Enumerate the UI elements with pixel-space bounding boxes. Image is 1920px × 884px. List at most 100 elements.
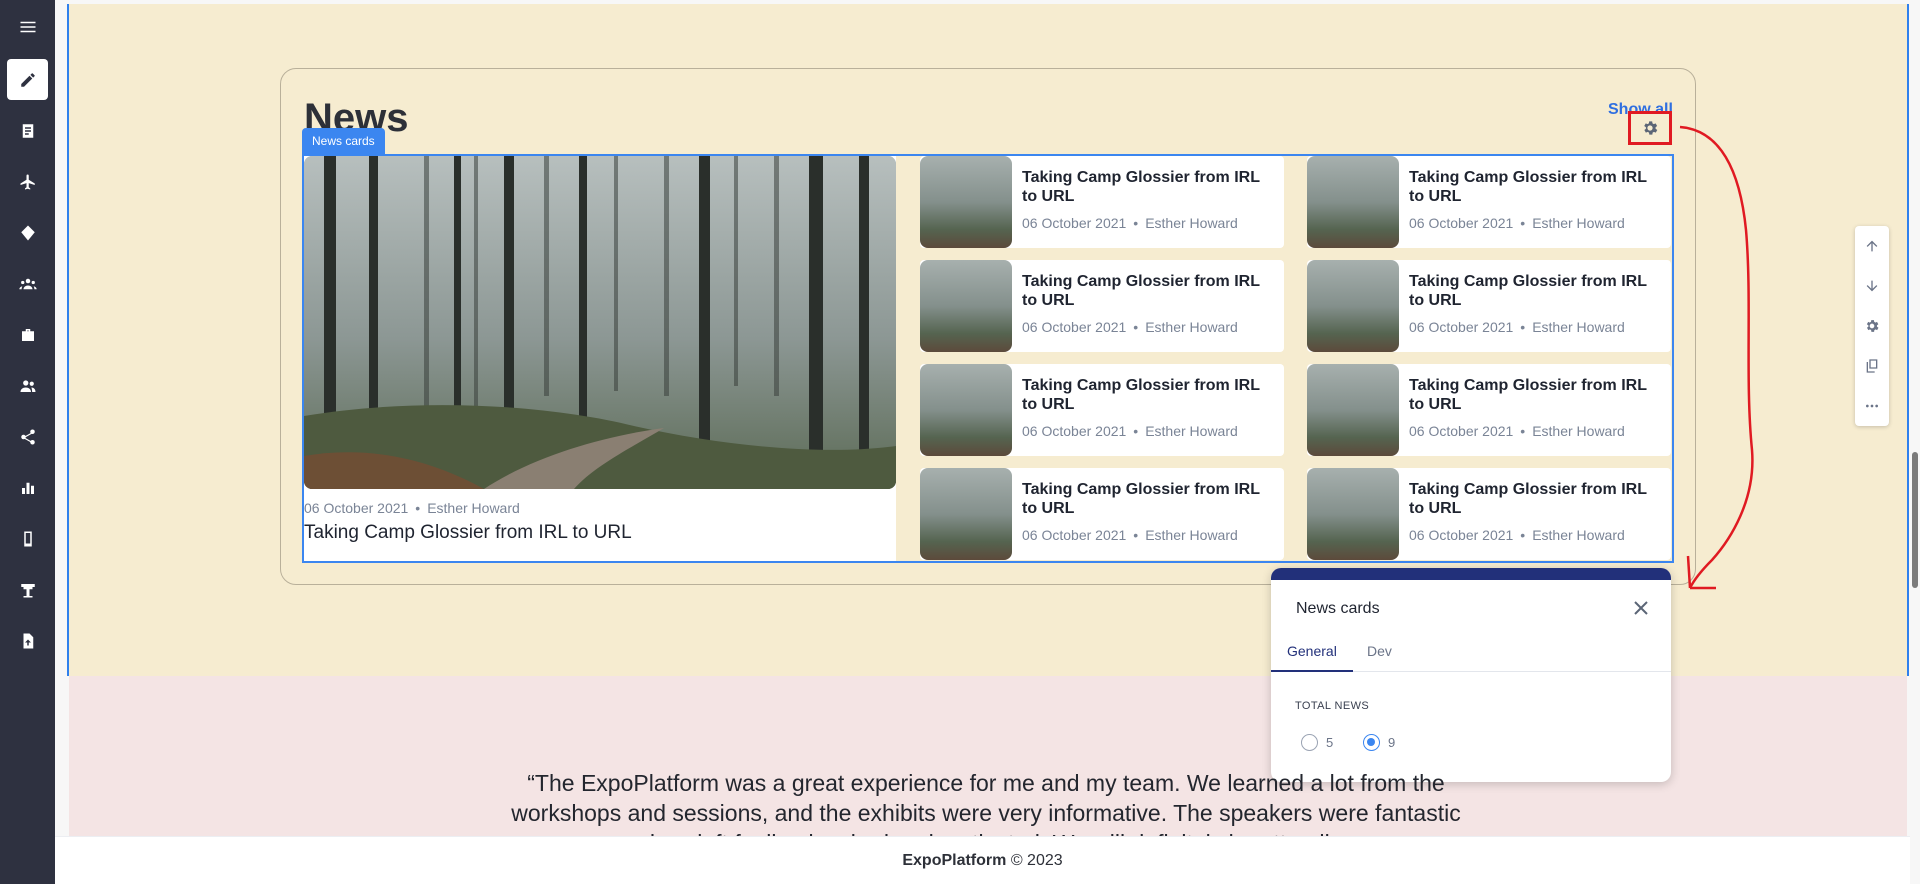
news-card[interactable]: Taking Camp Glossier from IRL to URL 06 …	[920, 468, 1284, 560]
featured-news-card[interactable]: 06 October 2021 • Esther Howard Taking Cam…	[304, 156, 896, 561]
meta-separator: •	[1133, 527, 1139, 543]
close-button[interactable]	[1631, 598, 1651, 618]
news-card-title: Taking Camp Glossier from IRL to URL	[1022, 377, 1260, 413]
page-scrollbar[interactable]	[1910, 0, 1920, 884]
document-icon[interactable]	[7, 110, 48, 151]
page-footer: ExpoPlatform © 2023	[55, 836, 1910, 884]
upload-file-icon[interactable]	[7, 620, 48, 661]
briefcase-icon[interactable]	[7, 314, 48, 355]
news-author: Esther Howard	[1532, 319, 1625, 335]
scrollbar-thumb[interactable]	[1912, 452, 1918, 588]
meta-separator: •	[1133, 215, 1139, 231]
news-card[interactable]: Taking Camp Glossier from IRL to URL 06 …	[920, 260, 1284, 352]
meta-separator: •	[1520, 527, 1526, 543]
group-icon[interactable]	[7, 263, 48, 304]
arrow-down-icon	[1866, 280, 1878, 292]
news-card-title: Taking Camp Glossier from IRL to URL	[1409, 169, 1647, 205]
duplicate-button[interactable]	[1855, 346, 1889, 386]
pencil-icon[interactable]	[7, 59, 48, 100]
news-date: 06 October 2021	[1409, 423, 1514, 439]
news-card[interactable]: Taking Camp Glossier from IRL to URL 06 …	[1307, 468, 1671, 560]
news-card[interactable]: Taking Camp Glossier from IRL to URL 06 …	[920, 364, 1284, 456]
news-author: Esther Howard	[1145, 527, 1238, 543]
news-card-thumbnail	[1307, 260, 1399, 352]
news-card[interactable]: Taking Camp Glossier from IRL to URL 06 …	[1307, 364, 1671, 456]
move-down-button[interactable]	[1855, 266, 1889, 306]
news-date: 06 October 2021	[1022, 215, 1127, 231]
radio-label: 9	[1388, 735, 1396, 750]
news-card-thumbnail	[920, 156, 1012, 248]
gear-icon	[1866, 320, 1879, 332]
featured-news-meta: 06 October 2021 • Esther Howard	[304, 500, 520, 516]
news-card-thumbnail	[920, 364, 1012, 456]
section-settings-button[interactable]	[1855, 306, 1889, 346]
total-news-option-9[interactable]: 9	[1363, 734, 1395, 751]
footer-brand: ExpoPlatform	[902, 851, 1007, 869]
news-card[interactable]: Taking Camp Glossier from IRL to URL 06 …	[1307, 156, 1671, 248]
news-card[interactable]: Taking Camp Glossier from IRL to URL 06 …	[920, 156, 1284, 248]
news-card-title: Taking Camp Glossier from IRL to URL	[1409, 481, 1647, 517]
meta-separator: •	[415, 500, 421, 516]
block-floating-toolbar	[1855, 226, 1889, 426]
tab-dev[interactable]: Dev	[1351, 630, 1408, 672]
news-card-meta: 06 October 2021 • Esther Howard	[1409, 423, 1625, 439]
news-card[interactable]: Taking Camp Glossier from IRL to URL 06 …	[1307, 260, 1671, 352]
meta-separator: •	[1520, 423, 1526, 439]
news-card-meta: 06 October 2021 • Esther Howard	[1022, 215, 1238, 231]
popup-title: News cards	[1296, 600, 1380, 617]
news-card-title: Taking Camp Glossier from IRL to URL	[1409, 273, 1647, 309]
news-card-title: Taking Camp Glossier from IRL to URL	[1022, 273, 1260, 309]
move-up-button[interactable]	[1855, 226, 1889, 266]
news-date: 06 October 2021	[1409, 527, 1514, 543]
news-card-meta: 06 October 2021 • Esther Howard	[1409, 319, 1625, 335]
more-dots-icon	[1866, 404, 1878, 408]
news-card-title: Taking Camp Glossier from IRL to URL	[1409, 377, 1647, 413]
news-card-thumbnail	[920, 468, 1012, 560]
news-author: Esther Howard	[1145, 423, 1238, 439]
close-icon	[1634, 601, 1648, 615]
news-author: Esther Howard	[1145, 215, 1238, 231]
mobile-icon[interactable]	[7, 518, 48, 559]
popup-tabs: General Dev	[1271, 630, 1671, 672]
news-date: 06 October 2021	[1022, 423, 1127, 439]
share-icon[interactable]	[7, 416, 48, 457]
footer-copyright: © 2023	[1010, 851, 1063, 869]
booth-icon[interactable]	[7, 569, 48, 610]
diamond-icon[interactable]	[7, 212, 48, 253]
news-cards-block-label[interactable]: News cards	[302, 128, 385, 155]
block-settings-button[interactable]	[1628, 111, 1672, 145]
news-author: Esther Howard	[1532, 527, 1625, 543]
news-author: Esther Howard	[427, 500, 520, 516]
total-news-option-5[interactable]: 5	[1301, 734, 1333, 751]
news-card-meta: 06 October 2021 • Esther Howard	[1409, 215, 1625, 231]
news-card-thumbnail	[920, 260, 1012, 352]
news-card-meta: 06 October 2021 • Esther Howard	[1022, 423, 1238, 439]
more-options-button[interactable]	[1855, 386, 1889, 426]
arrow-up-icon	[1866, 240, 1878, 252]
news-date: 06 October 2021	[1409, 319, 1514, 335]
tab-general[interactable]: General	[1271, 630, 1353, 672]
copy-icon	[1866, 359, 1878, 373]
users-icon[interactable]	[7, 365, 48, 406]
featured-news-title[interactable]: Taking Camp Glossier from IRL to URL	[304, 522, 632, 544]
airplane-icon[interactable]	[7, 161, 48, 202]
news-date: 06 October 2021	[1022, 527, 1127, 543]
left-sidebar	[0, 0, 55, 884]
news-author: Esther Howard	[1532, 423, 1625, 439]
radio-button[interactable]	[1363, 734, 1380, 751]
featured-news-image	[304, 156, 896, 489]
popup-accent-bar	[1271, 568, 1671, 580]
total-news-label: TOTAL NEWS	[1295, 700, 1370, 712]
news-card-thumbnail	[1307, 364, 1399, 456]
gear-icon	[1644, 121, 1658, 135]
radio-button[interactable]	[1301, 734, 1318, 751]
news-date: 06 October 2021	[1409, 215, 1514, 231]
news-cards-settings-popup: News cards General Dev TOTAL NEWS 5 9	[1271, 568, 1671, 782]
news-card-meta: 06 October 2021 • Esther Howard	[1022, 319, 1238, 335]
news-date: 06 October 2021	[1022, 319, 1127, 335]
news-card-meta: 06 October 2021 • Esther Howard	[1022, 527, 1238, 543]
menu-icon[interactable]	[7, 6, 48, 47]
bar-chart-icon[interactable]	[7, 467, 48, 508]
meta-separator: •	[1133, 319, 1139, 335]
meta-separator: •	[1520, 215, 1526, 231]
